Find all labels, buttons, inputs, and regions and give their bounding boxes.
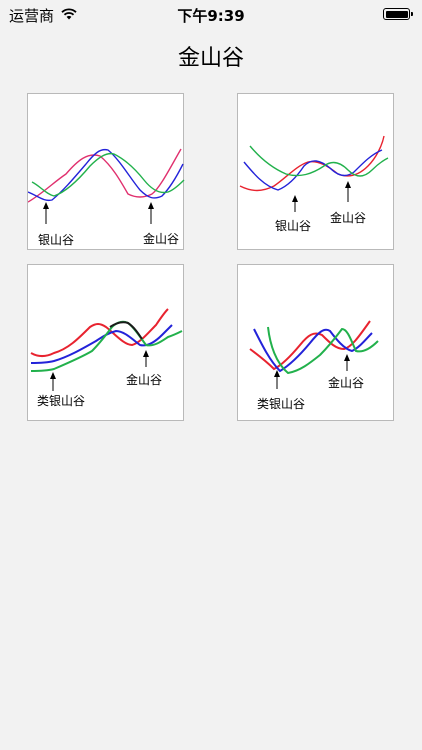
golden-valley-label: 金山谷: [143, 232, 180, 246]
pattern-chart-2: [239, 135, 389, 212]
silver-valley-label: 银山谷: [38, 233, 75, 247]
pattern-card-4[interactable]: 类银山谷 金山谷: [237, 264, 394, 421]
battery-icon: [383, 8, 413, 20]
pattern-chart-1: [28, 148, 185, 224]
green-line: [31, 152, 185, 197]
pattern-card-1[interactable]: 银山谷 金山谷: [27, 93, 185, 250]
clock: 下午9:39: [177, 7, 245, 25]
blue-line: [243, 149, 383, 191]
golden-valley-label: 金山谷: [328, 376, 365, 390]
blue-line: [28, 148, 184, 202]
status-bar: 运营商 下午9:39: [0, 0, 422, 30]
silver-valley-label: 类银山谷: [37, 394, 86, 408]
green-line: [30, 320, 183, 372]
golden-valley-label: 金山谷: [126, 373, 163, 387]
silver-valley-label: 银山谷: [275, 219, 312, 233]
pink-line: [28, 148, 182, 203]
pattern-card-3[interactable]: 类银山谷 金山谷: [27, 264, 184, 421]
page-title: 金山谷: [177, 46, 244, 71]
silver-valley-label: 类银山谷: [257, 397, 306, 411]
blue-line: [253, 328, 373, 373]
red-line: [30, 308, 169, 357]
pattern-card-2[interactable]: 银山谷 金山谷: [237, 93, 394, 250]
golden-valley-label: 金山谷: [330, 211, 367, 225]
